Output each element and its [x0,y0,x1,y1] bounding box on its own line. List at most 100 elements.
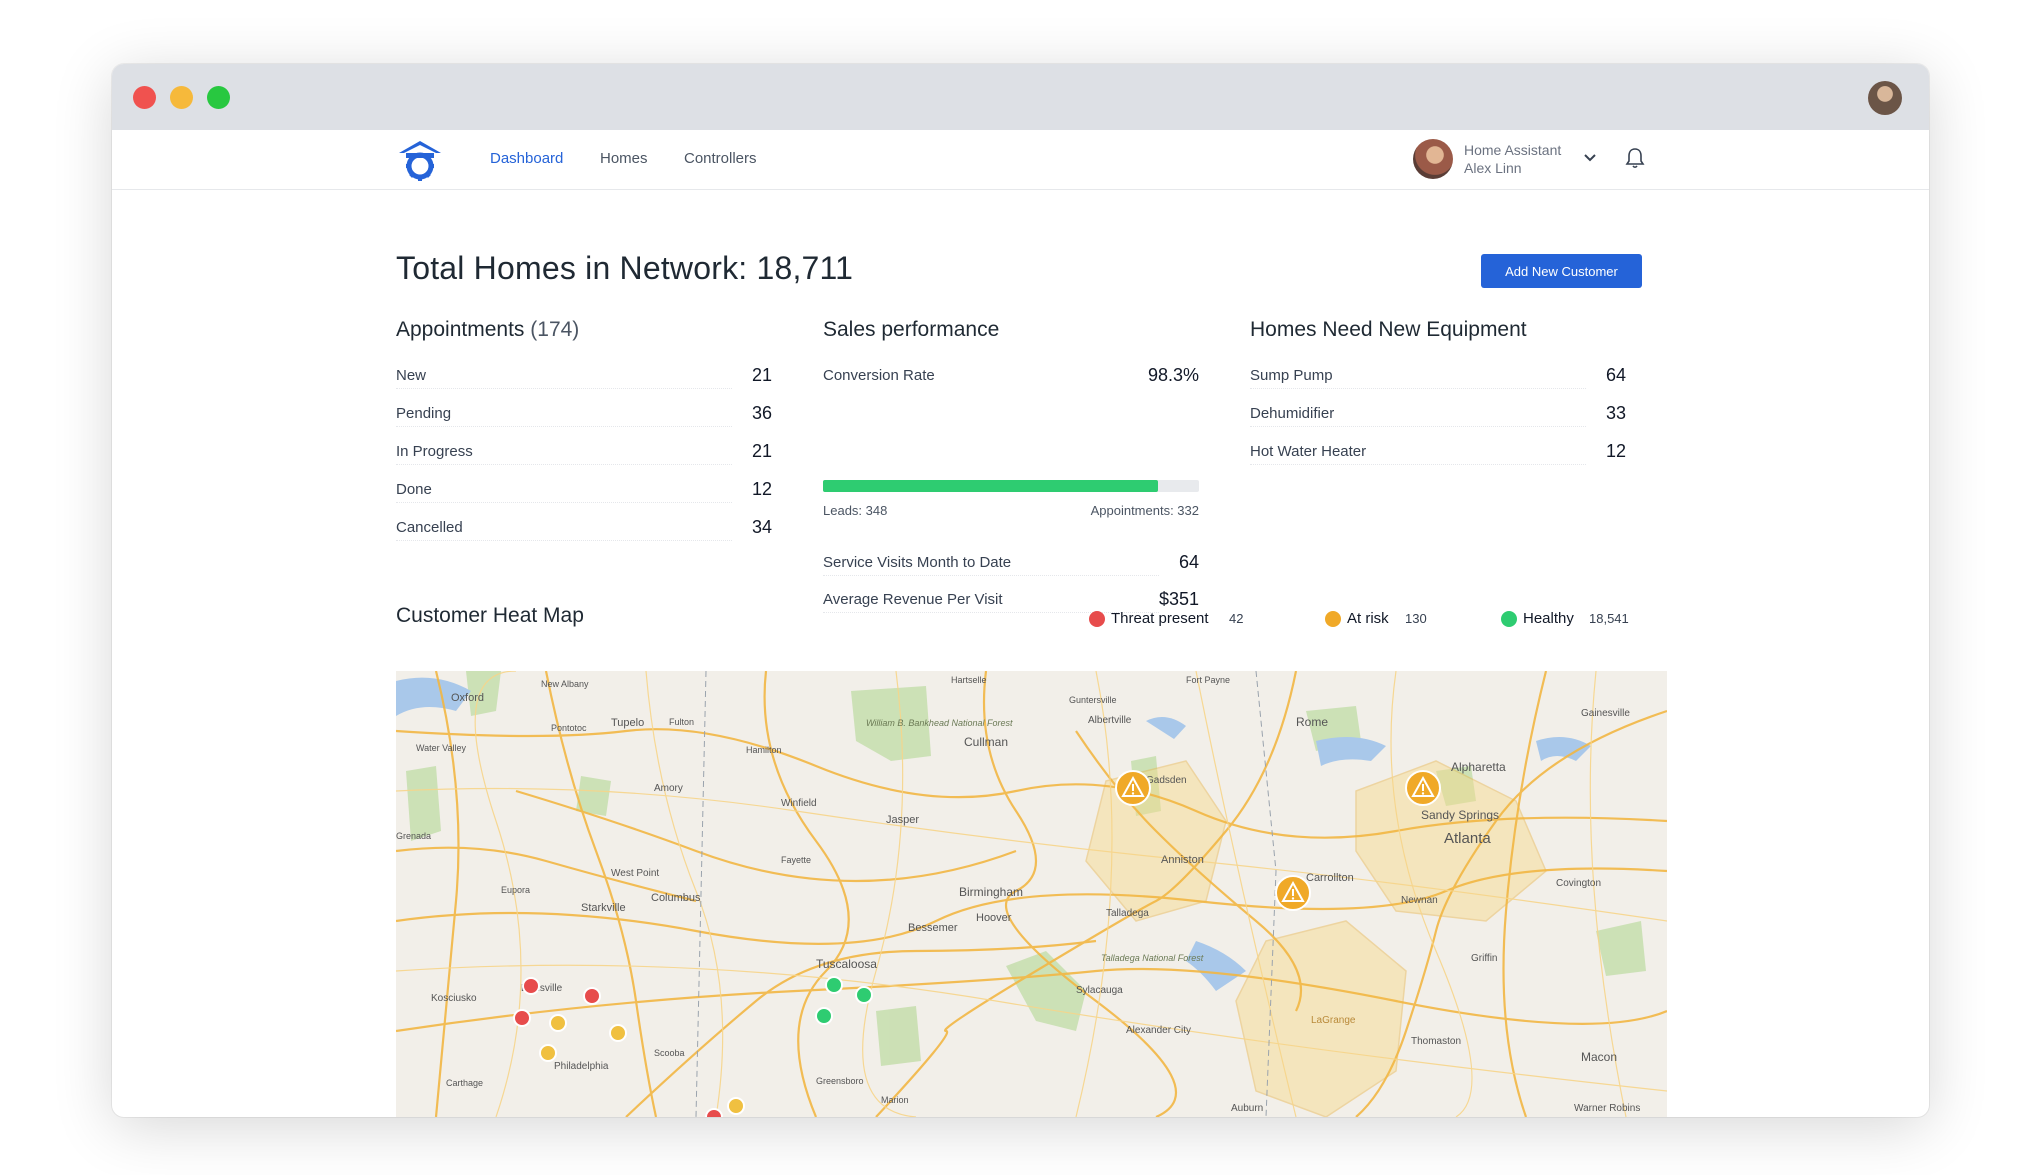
equipment-row-dehumidifier[interactable]: Dehumidifier 33 [1250,403,1626,427]
appointment-row-in-progress[interactable]: In Progress 21 [396,441,772,465]
appointments-count: (174) [530,318,580,341]
minimize-window-button[interactable] [170,86,193,109]
conversion-progress-fill [823,480,1158,492]
legend-threat[interactable]: Threat present 42 [1089,608,1249,630]
map-label: Tuscaloosa [816,957,877,971]
threat-dot-icon [1089,611,1105,627]
appointments-panel: Appointments (174) New 21 Pending 36 In Pr… [396,318,772,618]
map-canvas[interactable]: Oxford New Albany Hartselle Fort Payne G… [396,671,1667,1117]
map-label: LaGrange [1311,1015,1356,1026]
nav-homes[interactable]: Homes [600,150,648,167]
row-label: Cancelled [396,519,463,536]
warning-icon[interactable] [1275,875,1311,911]
conversion-rate-value: 98.3% [1147,365,1199,385]
warning-icon[interactable] [1115,770,1151,806]
appointment-row-done[interactable]: Done 12 [396,479,772,503]
conversion-rate-row: Conversion Rate 98.3% [823,365,1199,389]
risk-marker[interactable] [609,1024,627,1042]
map-label: Jasper [886,814,919,826]
legend-at-risk[interactable]: At risk 130 [1325,608,1445,630]
map-label: Carrollton [1306,872,1354,884]
user-name: Alex Linn [1464,160,1522,176]
legend-value: 130 [1405,611,1427,626]
conversion-progress-bar [823,480,1199,492]
equipment-panel: Homes Need New Equipment Sump Pump 64 Deh… [1250,318,1626,618]
appointments-label: Appointments: 332 [1090,503,1199,518]
map-label: Cullman [964,735,1008,749]
map-label: New Albany [541,679,589,689]
map-label: Pontotoc [551,723,587,733]
row-label: Service Visits Month to Date [823,554,1012,571]
equipment-title: Homes Need New Equipment [1250,318,1527,341]
map-label: Scooba [654,1048,685,1058]
equipment-row-sump-pump[interactable]: Sump Pump 64 [1250,365,1626,389]
map-label: Philadelphia [554,1061,609,1072]
map-label: Fort Payne [1186,675,1230,685]
map-label: Oxford [451,692,484,704]
map-label: Greensboro [816,1076,864,1086]
row-label: Pending [396,405,452,422]
nav-dashboard[interactable]: Dashboard [490,150,563,167]
map-label: Gainesville [1581,708,1630,719]
map-label: Fulton [669,717,694,727]
map-label: Water Valley [416,743,467,753]
add-new-customer-button[interactable]: Add New Customer [1481,254,1642,288]
row-value: 21 [751,365,772,385]
notification-bell-icon[interactable] [1624,146,1646,170]
row-label: In Progress [396,443,473,460]
map-label: Guntersville [1069,695,1117,705]
close-window-button[interactable] [133,86,156,109]
threat-marker[interactable] [583,987,601,1005]
map-label: Alexander City [1126,1025,1191,1036]
threat-marker[interactable] [513,1009,531,1027]
nav-controllers[interactable]: Controllers [684,150,757,167]
legend-value: 18,541 [1589,611,1629,626]
equipment-row-hot-water-heater[interactable]: Hot Water Heater 12 [1250,441,1626,465]
row-label: New [396,367,427,384]
map-label: Talladega National Forest [1101,953,1204,963]
healthy-marker[interactable] [855,986,873,1004]
map-label: Birmingham [959,885,1023,899]
row-value: 64 [1605,365,1626,385]
row-value: 12 [1605,441,1626,461]
map-label: Winfield [781,798,817,809]
appointments-title: Appointments (174) [396,318,772,342]
page-title: Total Homes in Network: 18,711 [396,250,854,286]
leads-label: Leads: 348 [823,503,888,518]
map-label: William B. Bankhead National Forest [866,718,1013,728]
map-label: Anniston [1161,854,1204,866]
map-label: Hamilton [746,745,782,755]
threat-marker[interactable] [522,977,540,995]
map-label: Gadsden [1146,775,1187,786]
row-value: 33 [1605,403,1626,423]
appointment-row-cancelled[interactable]: Cancelled 34 [396,517,772,541]
risk-marker[interactable] [549,1014,567,1032]
legend-healthy[interactable]: Healthy 18,541 [1501,608,1661,630]
row-label: Dehumidifier [1250,405,1335,422]
risk-marker[interactable] [539,1044,557,1062]
row-value: 12 [751,479,772,499]
warning-icon[interactable] [1405,770,1441,806]
titlebar-avatar[interactable] [1868,81,1902,115]
service-visits-row[interactable]: Service Visits Month to Date 64 [823,552,1199,576]
appointment-row-pending[interactable]: Pending 36 [396,403,772,427]
chevron-down-icon[interactable] [1580,148,1600,168]
map-label: Tupelo [611,717,644,729]
map-label: Hartselle [951,675,987,685]
map-label: Sylacauga [1076,985,1123,996]
map-label: Newnan [1401,895,1438,906]
user-avatar[interactable] [1413,139,1453,179]
sales-panel: Sales performance Conversion Rate 98.3% L… [823,64,1199,613]
map-label: Columbus [651,892,701,904]
maximize-window-button[interactable] [207,86,230,109]
map-label: Thomaston [1411,1036,1461,1047]
map-label: Atlanta [1444,830,1491,847]
risk-marker[interactable] [727,1097,745,1115]
appointment-row-new[interactable]: New 21 [396,365,772,389]
app-logo-icon[interactable] [396,138,444,182]
healthy-marker[interactable] [825,976,843,994]
customer-heat-map[interactable]: Oxford New Albany Hartselle Fort Payne G… [396,671,1667,1117]
healthy-marker[interactable] [815,1007,833,1025]
map-label: Rome [1296,715,1328,729]
threat-marker[interactable] [705,1108,723,1117]
